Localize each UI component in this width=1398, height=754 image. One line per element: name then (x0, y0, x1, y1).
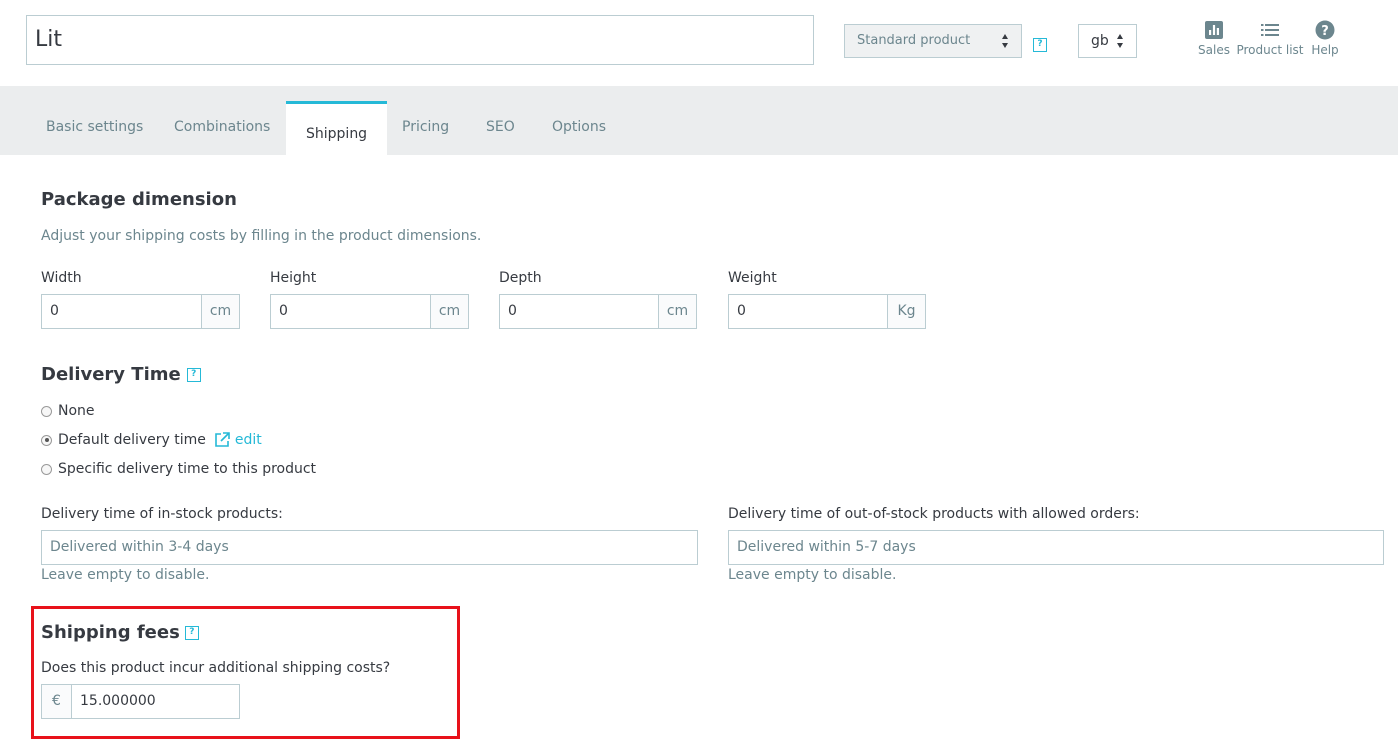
help-circle-icon: ? (1315, 20, 1335, 40)
tab-pricing[interactable]: Pricing (382, 114, 469, 155)
edit-delivery-link[interactable]: edit (214, 432, 262, 448)
product-type-help-icon[interactable]: ? (1033, 38, 1047, 52)
out-of-stock-delivery-input[interactable]: Delivered within 5-7 days (728, 530, 1384, 565)
radio-default[interactable] (41, 434, 52, 446)
select-arrows-icon (1002, 34, 1009, 48)
language-select[interactable]: gb (1078, 24, 1137, 58)
sales-button[interactable]: Sales (1196, 20, 1232, 57)
weight-field[interactable]: 0 Kg (728, 294, 926, 329)
height-field[interactable]: 0 cm (270, 294, 469, 329)
depth-label: Depth (499, 270, 542, 286)
shipping-fees-value[interactable]: 15.000000 (72, 685, 239, 718)
svg-text:?: ? (1321, 24, 1329, 39)
tab-combinations[interactable]: Combinations (154, 114, 290, 155)
tab-options[interactable]: Options (532, 114, 626, 155)
product-type-value: Standard product (857, 33, 971, 48)
bar-chart-icon (1205, 21, 1223, 39)
out-of-stock-delivery-label: Delivery time of out-of-stock products w… (728, 506, 1140, 522)
weight-unit: Kg (887, 295, 925, 328)
product-type-select[interactable]: Standard product (844, 24, 1022, 58)
out-of-stock-hint: Leave empty to disable. (728, 567, 897, 583)
depth-value[interactable]: 0 (500, 295, 658, 328)
sales-label: Sales (1198, 43, 1230, 57)
delivery-option-none[interactable]: None (41, 403, 95, 419)
page-header: Lit Standard product ? gb Sales Product … (0, 0, 1398, 86)
product-list-label: Product list (1236, 43, 1304, 57)
shipping-fees-title: Shipping fees (41, 622, 180, 643)
edit-link-label[interactable]: edit (235, 432, 262, 448)
height-label: Height (270, 270, 317, 286)
tab-shipping[interactable]: Shipping (286, 101, 388, 155)
shipping-fees-field[interactable]: € 15.000000 (41, 684, 240, 719)
delivery-time-title-row: Delivery Time ? (41, 364, 201, 385)
select-arrows-icon (1117, 34, 1124, 48)
depth-field[interactable]: 0 cm (499, 294, 697, 329)
package-description: Adjust your shipping costs by filling in… (41, 228, 482, 244)
height-value[interactable]: 0 (271, 295, 430, 328)
width-unit: cm (201, 295, 239, 328)
help-button[interactable]: ? Help (1309, 20, 1341, 57)
external-link-icon (215, 432, 230, 447)
in-stock-delivery-label: Delivery time of in-stock products: (41, 506, 283, 522)
width-field[interactable]: 0 cm (41, 294, 240, 329)
help-label: Help (1311, 43, 1339, 57)
delivery-option-default[interactable]: Default delivery time edit (41, 432, 262, 448)
in-stock-hint: Leave empty to disable. (41, 567, 210, 583)
shipping-fees-question: Does this product incur additional shipp… (41, 660, 391, 676)
delivery-option-label: Default delivery time (58, 432, 206, 448)
delivery-time-title: Delivery Time (41, 364, 181, 385)
product-name-input[interactable]: Lit (26, 15, 814, 65)
radio-specific[interactable] (41, 463, 52, 475)
weight-value[interactable]: 0 (729, 295, 887, 328)
width-label: Width (41, 270, 82, 286)
currency-addon: € (42, 685, 72, 718)
shipping-fees-title-row: Shipping fees ? (41, 622, 199, 643)
shipping-fees-help-icon[interactable]: ? (184, 625, 199, 640)
weight-label: Weight (728, 270, 777, 286)
delivery-time-help-icon[interactable]: ? (186, 367, 201, 382)
tab-strip: Basic settings Combinations Shipping Pri… (0, 86, 1398, 155)
depth-unit: cm (658, 295, 696, 328)
tab-seo[interactable]: SEO (466, 114, 535, 155)
delivery-option-label: None (58, 403, 95, 419)
package-dimension-title: Package dimension (41, 189, 237, 210)
language-value: gb (1091, 33, 1109, 49)
height-unit: cm (430, 295, 468, 328)
delivery-option-specific[interactable]: Specific delivery time to this product (41, 461, 316, 477)
product-list-button[interactable]: Product list (1236, 20, 1304, 57)
radio-none[interactable] (41, 405, 52, 417)
list-icon (1261, 24, 1279, 36)
tab-basic-settings[interactable]: Basic settings (26, 114, 163, 155)
in-stock-delivery-input[interactable]: Delivered within 3-4 days (41, 530, 698, 565)
delivery-option-label: Specific delivery time to this product (58, 461, 317, 477)
width-value[interactable]: 0 (42, 295, 201, 328)
